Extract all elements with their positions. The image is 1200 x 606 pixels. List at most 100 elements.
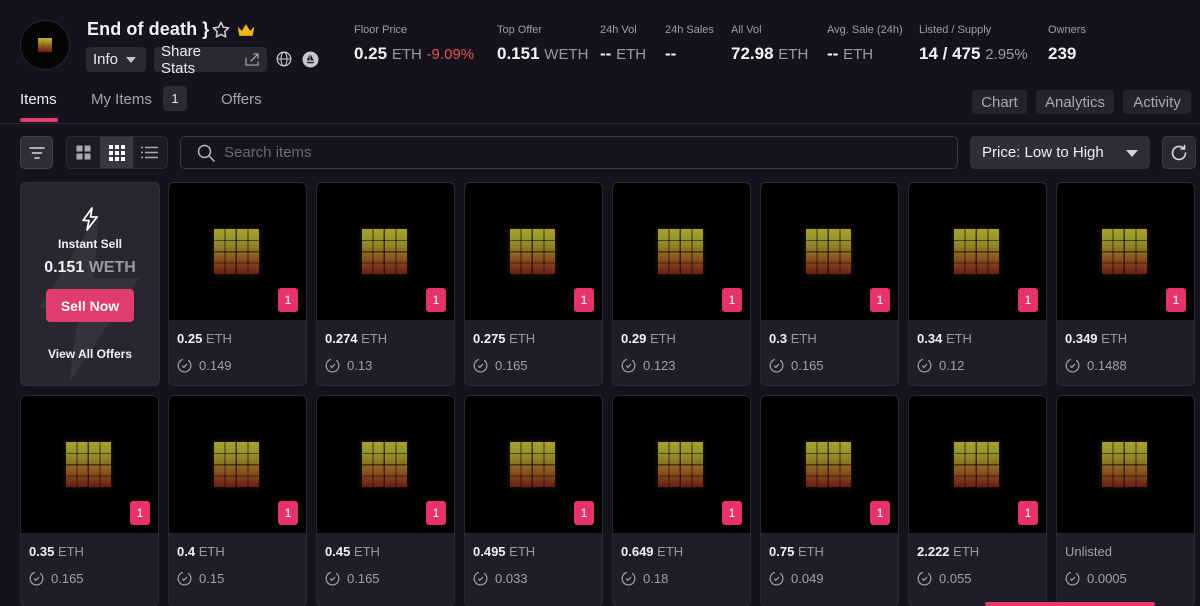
nft-card[interactable]: 1 0.45 ETH 0.165 (316, 395, 455, 606)
nft-artwork (510, 229, 555, 274)
view-mode-toggle (66, 136, 168, 169)
nft-image[interactable]: 1 (317, 396, 454, 533)
offer-icon (177, 358, 192, 373)
nft-price: 0.29 ETH (621, 331, 750, 346)
nft-image[interactable]: 1 (761, 183, 898, 320)
nft-image[interactable]: 1 (909, 183, 1046, 320)
search-input[interactable] (224, 144, 924, 161)
nft-card[interactable]: 1 0.495 ETH 0.033 (464, 395, 603, 606)
view-large-grid[interactable] (67, 137, 100, 168)
list-icon (141, 146, 158, 159)
refresh-button[interactable] (1162, 136, 1196, 169)
price-value: Unlisted (1065, 544, 1112, 559)
price-unit: ETH (953, 544, 980, 559)
nft-best-offer: 0.165 (769, 358, 898, 373)
nft-card[interactable]: 1 0.3 ETH 0.165 (760, 182, 899, 386)
quantity-badge: 1 (1018, 288, 1038, 312)
nft-image[interactable]: 1 (613, 183, 750, 320)
nft-card[interactable]: Unlisted 0.0005 (1056, 395, 1195, 606)
nft-price: 0.649 ETH (621, 544, 750, 559)
nft-image[interactable]: 1 (465, 396, 602, 533)
nft-card[interactable]: 1 0.29 ETH 0.123 (612, 182, 751, 386)
nft-best-offer: 0.12 (917, 358, 1046, 373)
sort-selected-label: Price: Low to High (982, 144, 1104, 161)
instant-sell-card: Instant Sell 0.151 WETH Sell Now View Al… (20, 182, 160, 386)
nft-best-offer: 0.055 (917, 571, 1046, 586)
nft-artwork (362, 442, 407, 487)
nft-image[interactable]: 1 (21, 396, 158, 533)
nft-price: 0.4 ETH (177, 544, 306, 559)
view-list[interactable] (133, 137, 166, 168)
offer-value: 0.123 (643, 358, 676, 373)
offer-icon (769, 358, 784, 373)
nft-image[interactable] (1057, 396, 1194, 533)
stat-label: Top Offer (497, 24, 543, 36)
sell-now-button[interactable]: Sell Now (46, 289, 134, 322)
collection-avatar[interactable] (20, 20, 70, 70)
nft-card[interactable]: 1 0.274 ETH 0.13 (316, 182, 455, 386)
lightning-icon (82, 207, 98, 231)
offer-value: 0.165 (495, 358, 528, 373)
small-grid-icon (108, 144, 125, 161)
offer-icon (325, 358, 340, 373)
stat-value: -- (827, 44, 839, 63)
nft-best-offer: 0.18 (621, 571, 750, 586)
share-stats-button[interactable]: Share Stats (154, 43, 267, 77)
stat-avg-sale: Avg. Sale (24h) -- ETH (827, 24, 903, 64)
nft-card[interactable]: 1 0.25 ETH 0.149 (168, 182, 307, 386)
chevron-down-icon (126, 56, 137, 63)
nft-image[interactable]: 1 (169, 396, 306, 533)
offer-value: 0.12 (939, 358, 965, 373)
opensea-icon[interactable] (302, 51, 319, 68)
nft-image[interactable]: 1 (909, 396, 1046, 533)
collection-header: End of death } Info Share Stats Floor Pr… (0, 0, 1200, 84)
view-small-grid[interactable] (100, 137, 133, 168)
chart-button[interactable]: Chart (972, 90, 1027, 114)
info-dropdown[interactable]: Info (86, 47, 146, 72)
price-value: 0.75 (769, 544, 795, 559)
chevron-down-icon (1126, 150, 1138, 157)
nft-image[interactable]: 1 (317, 183, 454, 320)
price-value: 0.29 (621, 331, 647, 346)
quantity-badge: 1 (1018, 501, 1038, 525)
star-icon[interactable] (211, 20, 231, 40)
nft-card[interactable]: 1 2.222 ETH 0.055 (908, 395, 1047, 606)
stat-value: 72.98 (731, 44, 774, 63)
nft-card[interactable]: 1 0.649 ETH 0.18 (612, 395, 751, 606)
nft-card[interactable]: 1 0.275 ETH 0.165 (464, 182, 603, 386)
nft-image[interactable]: 1 (1057, 183, 1194, 320)
offer-icon (621, 358, 636, 373)
nft-card[interactable]: 1 0.349 ETH 0.1488 (1056, 182, 1195, 386)
nft-image[interactable]: 1 (761, 396, 898, 533)
nft-artwork (658, 229, 703, 274)
nft-artwork (1102, 229, 1147, 274)
tab-offers[interactable]: Offers (221, 91, 262, 108)
stat-owners: Owners 239 (1048, 24, 1086, 64)
nft-price: 0.34 ETH (917, 331, 1046, 346)
tab-items[interactable]: Items (20, 91, 57, 108)
nft-image[interactable]: 1 (465, 183, 602, 320)
nft-card[interactable]: 1 0.34 ETH 0.12 (908, 182, 1047, 386)
nft-image[interactable]: 1 (613, 396, 750, 533)
offer-value: 0.0005 (1087, 571, 1127, 586)
instant-sell-value: 0.151 WETH (21, 259, 159, 277)
tab-my-items[interactable]: My Items (91, 91, 152, 108)
nft-image[interactable]: 1 (169, 183, 306, 320)
share-stats-label: Share Stats (161, 42, 202, 77)
nft-best-offer: 0.165 (29, 571, 158, 586)
nft-card[interactable]: 1 0.35 ETH 0.165 (20, 395, 159, 606)
stat-24h-vol: 24h Vol -- ETH (600, 24, 646, 64)
nft-price: 0.274 ETH (325, 331, 454, 346)
nft-artwork (658, 442, 703, 487)
activity-button[interactable]: Activity (1123, 90, 1191, 114)
globe-icon[interactable] (276, 51, 292, 67)
stat-value: -- (600, 44, 612, 63)
nft-card[interactable]: 1 0.4 ETH 0.15 (168, 395, 307, 606)
view-all-offers-link[interactable]: View All Offers (21, 347, 159, 361)
collection-title: End of death } (87, 19, 210, 39)
analytics-button[interactable]: Analytics (1036, 90, 1114, 114)
sort-dropdown[interactable]: Price: Low to High (970, 136, 1150, 169)
nft-best-offer: 0.033 (473, 571, 602, 586)
filter-button[interactable] (20, 136, 53, 169)
nft-card[interactable]: 1 0.75 ETH 0.049 (760, 395, 899, 606)
